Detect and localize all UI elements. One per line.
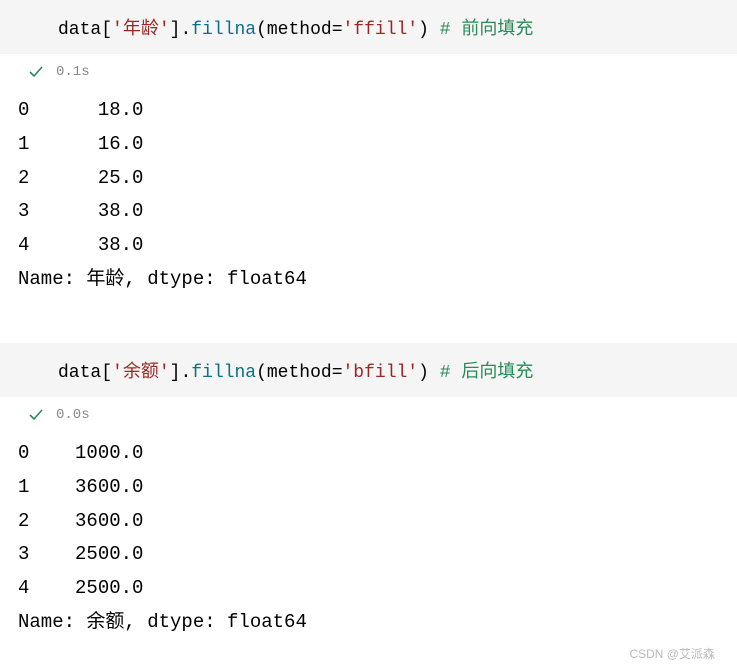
code-string: '余额' <box>112 363 170 383</box>
notebook-cell: data['年龄'].fillna(method='ffill') # 前向填充… <box>0 0 737 303</box>
code-paren: ) <box>418 363 429 383</box>
execution-time: 0.1s <box>56 64 90 80</box>
code-method: fillna <box>191 363 256 383</box>
code-paren: ) <box>418 20 429 40</box>
execution-status: 0.1s <box>0 60 737 88</box>
execution-time: 0.0s <box>56 407 90 423</box>
code-variable: data <box>58 363 101 383</box>
code-kwarg: method <box>267 20 332 40</box>
code-comment: # 后向填充 <box>440 363 534 383</box>
code-equals: = <box>332 20 343 40</box>
code-line: data['年龄'].fillna(method='ffill') # 前向填充 <box>58 14 727 40</box>
code-input[interactable]: data['年龄'].fillna(method='ffill') # 前向填充 <box>0 0 737 54</box>
code-method: fillna <box>191 20 256 40</box>
code-variable: data <box>58 20 101 40</box>
code-comment: # 前向填充 <box>440 20 534 40</box>
code-line: data['余额'].fillna(method='bfill') # 后向填充 <box>58 357 727 383</box>
code-space <box>429 20 440 40</box>
code-paren: ( <box>256 20 267 40</box>
code-paren: ( <box>256 363 267 383</box>
code-bracket: [ <box>101 363 112 383</box>
code-input[interactable]: data['余额'].fillna(method='bfill') # 后向填充 <box>0 343 737 397</box>
code-equals: = <box>332 363 343 383</box>
check-icon <box>28 64 44 80</box>
code-bracket: ]. <box>170 363 192 383</box>
watermark: CSDN @艾派森 <box>629 645 715 662</box>
check-icon <box>28 407 44 423</box>
cell-output: 0 18.0 1 16.0 2 25.0 3 38.0 4 38.0 Name:… <box>0 88 737 303</box>
code-string: 'bfill' <box>343 363 419 383</box>
cell-output: 0 1000.0 1 3600.0 2 3600.0 3 2500.0 4 25… <box>0 431 737 646</box>
execution-status: 0.0s <box>0 403 737 431</box>
code-bracket: [ <box>101 20 112 40</box>
code-string: 'ffill' <box>343 20 419 40</box>
code-bracket: ]. <box>170 20 192 40</box>
code-string: '年龄' <box>112 20 170 40</box>
code-space <box>429 363 440 383</box>
notebook-cell: data['余额'].fillna(method='bfill') # 后向填充… <box>0 343 737 646</box>
code-kwarg: method <box>267 363 332 383</box>
